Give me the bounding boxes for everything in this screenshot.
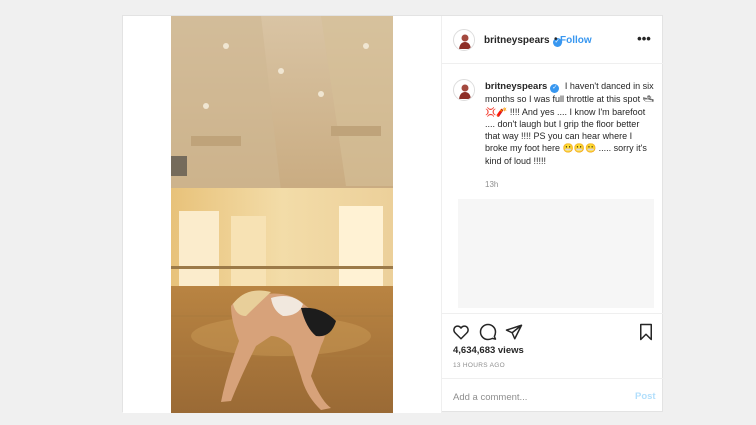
- action-bar: 4,634,683 views 13 HOURS AGO Post: [442, 313, 665, 413]
- caption-username-text[interactable]: britneyspears: [485, 81, 547, 92]
- caption-text-block: britneyspears ✓ I haven't danced in six m…: [485, 80, 655, 167]
- comment-bubble-icon[interactable]: [479, 323, 497, 341]
- username-text[interactable]: britneyspears: [484, 35, 550, 46]
- caption-username[interactable]: britneyspears ✓: [485, 81, 560, 93]
- caption-timestamp[interactable]: 13h: [485, 180, 498, 189]
- media-panel: [123, 16, 441, 413]
- post-sidebar: britneyspears ✓ • Follow ••• britneyspear…: [441, 16, 665, 413]
- bookmark-icon[interactable]: [637, 323, 655, 341]
- username-link[interactable]: britneyspears ✓: [484, 35, 562, 47]
- caption-verified-badge-icon: ✓: [550, 84, 560, 93]
- caption-text: I haven't danced in six months so I was …: [485, 81, 654, 166]
- comments-loading-placeholder: [458, 199, 654, 308]
- views-count[interactable]: 4,634,683 views: [453, 345, 524, 356]
- post-video[interactable]: [171, 16, 393, 413]
- post-header: britneyspears ✓ • Follow •••: [442, 16, 665, 64]
- follow-button[interactable]: Follow: [560, 35, 592, 46]
- avatar[interactable]: [453, 29, 475, 51]
- comment-input[interactable]: [453, 388, 613, 406]
- caption-avatar[interactable]: [453, 79, 475, 101]
- post-time-ago[interactable]: 13 HOURS AGO: [453, 362, 505, 369]
- paper-plane-icon[interactable]: [505, 323, 523, 341]
- post-modal: britneyspears ✓ • Follow ••• britneyspear…: [122, 15, 665, 413]
- heart-icon[interactable]: [452, 323, 470, 341]
- post-comment-button[interactable]: Post: [635, 391, 656, 402]
- separator-dot: •: [554, 34, 558, 45]
- add-comment-section: Post: [442, 378, 665, 414]
- more-options-icon[interactable]: •••: [634, 30, 654, 50]
